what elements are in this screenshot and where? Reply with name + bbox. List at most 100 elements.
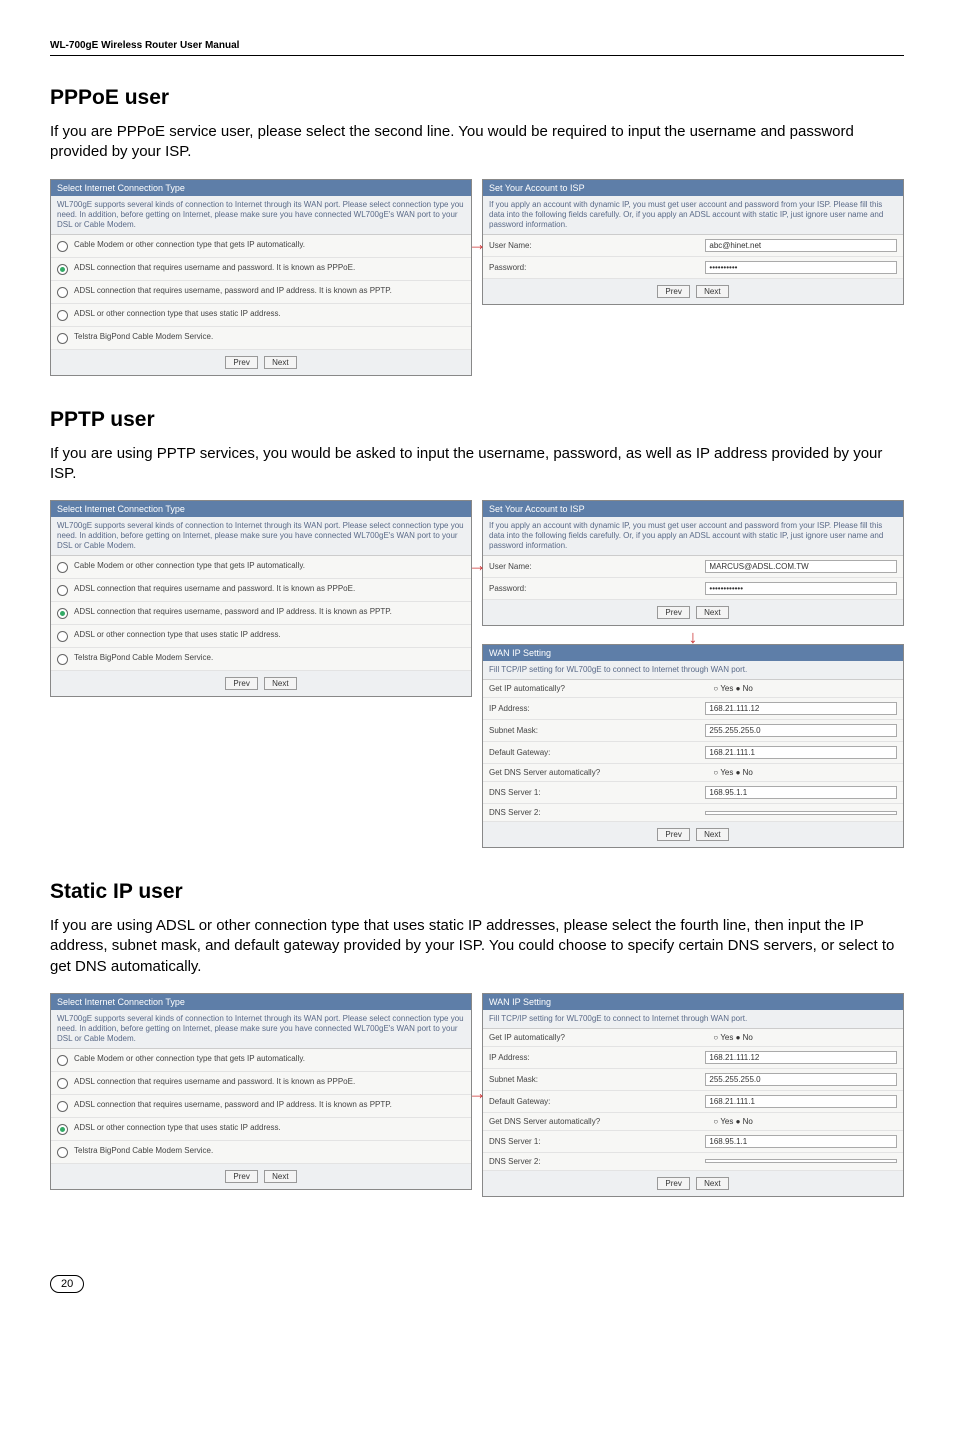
panel-title: Set Your Account to ISP — [483, 180, 903, 196]
yesno-radio[interactable]: ○ Yes ● No — [713, 768, 897, 777]
field-label: Password: — [489, 263, 705, 272]
ip-input[interactable]: 168.21.111.12 — [705, 702, 897, 715]
next-button[interactable]: Next — [696, 828, 728, 841]
panel-intro: If you apply an account with dynamic IP,… — [483, 196, 903, 235]
prev-button[interactable]: Prev — [657, 285, 689, 298]
field-label: DNS Server 1: — [489, 788, 705, 797]
field-label: Get IP automatically? — [489, 1033, 713, 1042]
radio-label: ADSL connection that requires username, … — [74, 1100, 392, 1109]
radio-icon[interactable] — [57, 264, 68, 275]
screenshot-select-conn-type: Select Internet Connection Type WL700gE … — [50, 179, 472, 376]
next-button[interactable]: Next — [696, 606, 728, 619]
radio-icon[interactable] — [57, 585, 68, 596]
radio-icon[interactable] — [57, 1055, 68, 1066]
radio-icon[interactable] — [57, 1147, 68, 1158]
radio-label: ADSL connection that requires username a… — [74, 263, 355, 272]
field-label: DNS Server 2: — [489, 808, 705, 817]
prev-button[interactable]: Prev — [225, 1170, 257, 1183]
username-input[interactable]: abc@hinet.net — [705, 239, 897, 252]
panel-intro: Fill TCP/IP setting for WL700gE to conne… — [483, 661, 903, 680]
panel-title: Set Your Account to ISP — [483, 501, 903, 517]
arrow-down-icon: ↓ — [482, 632, 904, 642]
radio-label: ADSL connection that requires username a… — [74, 584, 355, 593]
radio-label: Cable Modem or other connection type tha… — [74, 1054, 305, 1063]
mask-input[interactable]: 255.255.255.0 — [705, 1073, 897, 1086]
dns2-input[interactable] — [705, 811, 897, 815]
screenshot-wan-ip: WAN IP Setting Fill TCP/IP setting for W… — [482, 993, 904, 1197]
field-label: Subnet Mask: — [489, 726, 705, 735]
next-button[interactable]: Next — [264, 356, 296, 369]
arrow-icon: → — [468, 555, 486, 576]
panel-title: Select Internet Connection Type — [51, 994, 471, 1010]
radio-icon[interactable] — [57, 562, 68, 573]
section-title-pppoe: PPPoE user — [50, 86, 904, 110]
yesno-radio[interactable]: ○ Yes ● No — [713, 1117, 897, 1126]
field-label: User Name: — [489, 562, 705, 571]
prev-button[interactable]: Prev — [657, 1177, 689, 1190]
panel-title: Select Internet Connection Type — [51, 501, 471, 517]
prev-button[interactable]: Prev — [225, 677, 257, 690]
dns2-input[interactable] — [705, 1159, 897, 1163]
radio-icon[interactable] — [57, 287, 68, 298]
radio-icon[interactable] — [57, 310, 68, 321]
field-label: Get DNS Server automatically? — [489, 1117, 713, 1126]
dns1-input[interactable]: 168.95.1.1 — [705, 1135, 897, 1148]
gateway-input[interactable]: 168.21.111.1 — [705, 1095, 897, 1108]
panel-intro: WL700gE supports several kinds of connec… — [51, 1010, 471, 1049]
next-button[interactable]: Next — [696, 1177, 728, 1190]
next-button[interactable]: Next — [264, 677, 296, 690]
panel-intro: Fill TCP/IP setting for WL700gE to conne… — [483, 1010, 903, 1029]
prev-button[interactable]: Prev — [225, 356, 257, 369]
section-desc-pppoe: If you are PPPoE service user, please se… — [50, 122, 904, 163]
yesno-radio[interactable]: ○ Yes ● No — [713, 684, 897, 693]
screenshot-set-account: Set Your Account to ISP If you apply an … — [482, 500, 904, 626]
radio-icon[interactable] — [57, 333, 68, 344]
password-input[interactable]: •••••••••• — [705, 261, 897, 274]
field-label: Default Gateway: — [489, 748, 705, 757]
panel-intro: WL700gE supports several kinds of connec… — [51, 196, 471, 235]
yesno-radio[interactable]: ○ Yes ● No — [713, 1033, 897, 1042]
radio-icon[interactable] — [57, 654, 68, 665]
field-label: DNS Server 1: — [489, 1137, 705, 1146]
field-label: Get IP automatically? — [489, 684, 713, 693]
radio-label: ADSL or other connection type that uses … — [74, 1123, 281, 1132]
radio-icon[interactable] — [57, 241, 68, 252]
page-number: 20 — [50, 1275, 84, 1293]
field-label: User Name: — [489, 241, 705, 250]
radio-icon[interactable] — [57, 1078, 68, 1089]
field-label: DNS Server 2: — [489, 1157, 705, 1166]
radio-icon[interactable] — [57, 1101, 68, 1112]
panel-title: Select Internet Connection Type — [51, 180, 471, 196]
field-label: Subnet Mask: — [489, 1075, 705, 1084]
radio-icon[interactable] — [57, 1124, 68, 1135]
next-button[interactable]: Next — [696, 285, 728, 298]
ip-input[interactable]: 168.21.111.12 — [705, 1051, 897, 1064]
radio-icon[interactable] — [57, 631, 68, 642]
dns1-input[interactable]: 168.95.1.1 — [705, 786, 897, 799]
panel-intro: If you apply an account with dynamic IP,… — [483, 517, 903, 556]
section-desc-pptp: If you are using PPTP services, you woul… — [50, 444, 904, 485]
prev-button[interactable]: Prev — [657, 828, 689, 841]
radio-label: ADSL connection that requires username a… — [74, 1077, 355, 1086]
panel-title: WAN IP Setting — [483, 645, 903, 661]
section-desc-static: If you are using ADSL or other connectio… — [50, 916, 904, 977]
radio-label: Telstra BigPond Cable Modem Service. — [74, 332, 213, 341]
field-label: Default Gateway: — [489, 1097, 705, 1106]
panel-title: WAN IP Setting — [483, 994, 903, 1010]
field-label: Get DNS Server automatically? — [489, 768, 713, 777]
arrow-icon: → — [468, 234, 486, 255]
screenshot-select-conn-type: Select Internet Connection Type WL700gE … — [50, 500, 472, 697]
doc-header: WL-700gE Wireless Router User Manual — [50, 40, 904, 56]
username-input[interactable]: MARCUS@ADSL.COM.TW — [705, 560, 897, 573]
field-label: Password: — [489, 584, 705, 593]
field-label: IP Address: — [489, 1053, 705, 1062]
mask-input[interactable]: 255.255.255.0 — [705, 724, 897, 737]
prev-button[interactable]: Prev — [657, 606, 689, 619]
next-button[interactable]: Next — [264, 1170, 296, 1183]
radio-icon[interactable] — [57, 608, 68, 619]
screenshot-select-conn-type: Select Internet Connection Type WL700gE … — [50, 993, 472, 1190]
section-title-pptp: PPTP user — [50, 408, 904, 432]
radio-label: Telstra BigPond Cable Modem Service. — [74, 1146, 213, 1155]
password-input[interactable]: •••••••••••• — [705, 582, 897, 595]
gateway-input[interactable]: 168.21.111.1 — [705, 746, 897, 759]
